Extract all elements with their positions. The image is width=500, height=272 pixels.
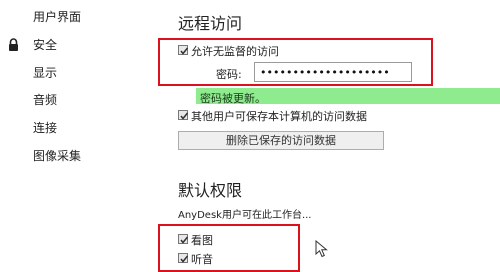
section-title-default-permissions: 默认权限 [178,181,243,200]
sidebar-item-image-capture[interactable]: 图像采集 [0,145,150,167]
delete-saved-access-data-button[interactable]: 删除已保存的访问数据 [178,131,384,150]
sidebar-item-label: 安全 [33,38,58,52]
password-field[interactable]: •••••••••••••••••••• [254,62,412,82]
permission-view-label: 看图 [191,234,213,247]
allow-unattended-checkbox[interactable] [178,45,189,55]
settings-sidebar: 用户界面 安全 显示 音频 连接 图像采集 [0,0,150,266]
sidebar-item-label: 用户界面 [33,10,82,24]
sidebar-item-audio[interactable]: 音频 [0,89,150,111]
checkmark-icon [180,47,189,55]
permission-view-checkbox[interactable] [178,234,189,244]
password-label: 密码: [216,68,242,81]
lock-icon [9,38,18,51]
sidebar-item-label: 连接 [33,121,58,135]
permissions-description: AnyDesk用户可在此工作台... [178,210,312,221]
other-users-save-checkbox[interactable] [178,110,189,120]
sidebar-item-display[interactable]: 显示 [0,62,150,84]
permission-listen-checkbox[interactable] [178,253,189,263]
checkmark-icon [180,236,189,244]
checkmark-icon [180,255,189,263]
sidebar-item-connection[interactable]: 连接 [0,117,150,139]
sidebar-item-user-interface[interactable]: 用户界面 [0,6,150,28]
permission-listen-label: 听音 [191,253,213,266]
password-updated-notice: 密码被更新。 [196,88,500,105]
sidebar-item-security[interactable]: 安全 [0,34,150,56]
checkmark-icon [180,112,189,120]
highlight-box-permissions [158,224,300,272]
section-title-remote-access: 远程访问 [178,14,243,33]
sidebar-item-label: 音频 [33,93,58,107]
mouse-cursor-icon [315,240,328,258]
sidebar-item-label: 图像采集 [33,149,82,163]
other-users-save-label: 其他用户可保存本计算机的访问数据 [191,110,367,123]
allow-unattended-label: 允许无监督的访问 [191,45,279,58]
sidebar-item-label: 显示 [33,66,58,80]
settings-main-panel: 远程访问 允许无监督的访问 密码: •••••••••••••••••••• 密… [150,0,500,272]
